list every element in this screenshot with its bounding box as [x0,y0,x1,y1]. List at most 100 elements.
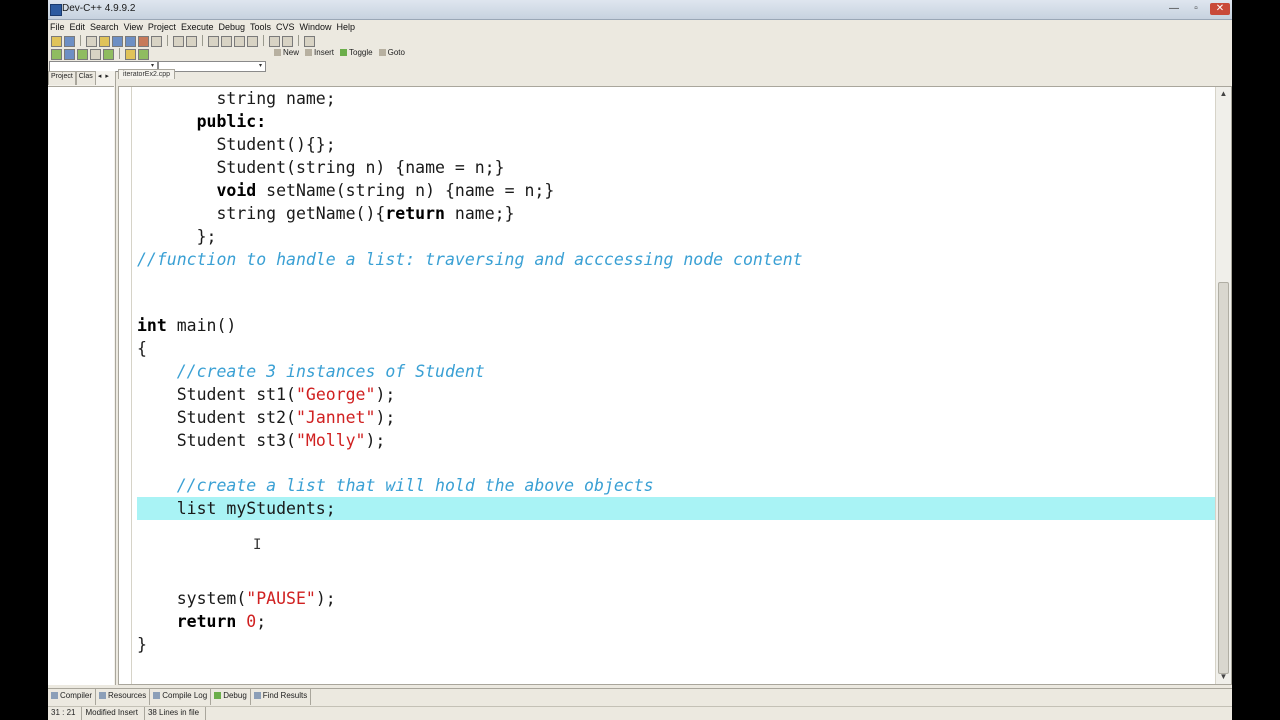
goto-line-icon[interactable] [247,36,258,47]
tab-resources[interactable]: Resources [96,689,151,705]
code-line: system("PAUSE"); [137,589,336,608]
code-line: }; [137,227,217,246]
tab-project[interactable]: Project [48,71,76,85]
toolbar-separator [80,35,81,46]
back-icon[interactable] [269,36,280,47]
main-toolbar [51,35,315,47]
find-next-icon[interactable] [234,36,245,47]
menu-file[interactable]: File [48,20,68,34]
code-line: Student st1("George"); [137,385,396,404]
line-count: 38 Lines in file [145,707,207,720]
scroll-up-icon[interactable]: ▲ [1216,87,1231,101]
bookmark-goto-label: Goto [387,48,405,57]
close-button[interactable]: ✕ [1210,3,1230,15]
devcpp-window: Dev-C++ 4.9.9.2 — ▫ ✕ File Edit Search V… [48,0,1232,720]
bookmark-insert-label: Insert [314,48,335,57]
code-line: string getName(){return name;} [137,204,515,223]
window-title: Dev-C++ 4.9.9.2 [62,3,136,14]
code-line: public: [196,112,267,131]
compile-toolbar [51,48,149,60]
new-file-icon[interactable] [86,36,97,47]
code-line: Student(string n) {name = n;} [137,158,505,177]
file-tabs: iteratorEx2.cpp [118,69,176,85]
menu-debug[interactable]: Debug [216,20,248,34]
tab-find-results[interactable]: Find Results [251,689,312,705]
code-line: { [137,339,147,358]
scroll-down-icon[interactable]: ▼ [1216,670,1231,684]
menu-view[interactable]: View [122,20,146,34]
bookmark-new-button[interactable]: New [274,48,299,57]
bookmark-insert-button[interactable]: Insert [305,48,334,57]
rebuild-icon[interactable] [90,49,101,60]
tab-compiler-label: Compiler [60,691,93,700]
undo-icon[interactable] [173,36,184,47]
tab-compile-log-label: Compile Log [162,691,208,700]
code-line: void setName(string n) {name = n;} [216,181,555,200]
find-results-icon [253,692,261,699]
code-line: Student st2("Jannet"); [137,408,396,427]
tab-debug-label: Debug [223,691,247,700]
minimize-button[interactable]: — [1164,3,1184,15]
tab-scroll-left-icon[interactable]: ◂ [96,71,104,85]
new-bookmark-icon [274,49,281,56]
replace-icon[interactable] [221,36,232,47]
tab-iteratorex2[interactable]: iteratorEx2.cpp [118,69,176,79]
print-icon[interactable] [151,36,162,47]
chevron-down-icon: ▾ [258,63,262,69]
bookmark-toggle-button[interactable]: Toggle [340,48,373,57]
code-line: Student(){}; [137,135,336,154]
cursor-position: 31 : 21 [48,707,83,720]
project-tree[interactable] [48,86,114,685]
open-project-icon[interactable] [51,36,62,47]
text-cursor-icon: I [253,537,262,553]
code-line: return 0; [176,612,267,631]
menu-execute[interactable]: Execute [179,20,217,34]
menu-help[interactable]: Help [335,20,359,34]
editor-gutter [119,87,132,684]
title-bar: Dev-C++ 4.9.9.2 — ▫ ✕ [48,0,1232,20]
menu-project[interactable]: Project [146,20,179,34]
vertical-scrollbar[interactable]: ▲ ▼ [1215,87,1231,684]
menu-tools[interactable]: Tools [248,20,274,34]
close-file-icon[interactable] [138,36,149,47]
bookmark-goto-button[interactable]: Goto [378,48,405,57]
compile-icon[interactable] [51,49,62,60]
toolbar-separator [263,35,264,46]
menu-cvs[interactable]: CVS [274,20,298,34]
tab-compiler[interactable]: Compiler [48,689,97,705]
menu-edit[interactable]: Edit [68,20,89,34]
debug-check-icon [214,692,222,699]
report-tabs: Compiler Resources Compile Log Debug Fin… [48,688,1232,705]
bookmark-new-label: New [283,48,300,57]
insert-icon [305,49,313,56]
compile-run-icon[interactable] [77,49,88,60]
run-icon[interactable] [64,49,75,60]
code-area[interactable]: string name; public: Student(){}; Studen… [137,87,1219,684]
tab-scroll-right-icon[interactable]: ▸ [103,71,111,85]
menu-window[interactable]: Window [298,20,335,34]
status-bar: 31 : 21 Modified Insert 38 Lines in file [48,706,1232,720]
redo-icon[interactable] [186,36,197,47]
forward-icon[interactable] [282,36,293,47]
menu-search[interactable]: Search [88,20,122,34]
save-all-icon[interactable] [125,36,136,47]
code-editor[interactable]: string name; public: Student(){}; Studen… [118,86,1232,685]
bookmark-toggle-label: Toggle [349,48,373,57]
maximize-button[interactable]: ▫ [1186,3,1206,15]
scroll-thumb[interactable] [1218,282,1229,674]
tab-compile-log[interactable]: Compile Log [150,689,212,705]
save-icon[interactable] [112,36,123,47]
code-line: list myStudents; [137,499,336,518]
find-icon[interactable] [208,36,219,47]
open-file-icon[interactable] [99,36,110,47]
code-line: } [137,635,147,654]
help-icon[interactable] [125,49,136,60]
tab-classes[interactable]: Clas [75,71,96,85]
toolbar-separator [167,35,168,46]
code-line: Student st3("Molly"); [137,431,386,450]
class-browser-icon[interactable] [64,36,75,47]
check-icon[interactable] [103,49,114,60]
add-to-project-icon[interactable] [304,36,315,47]
about-icon[interactable] [138,49,149,60]
tab-debug[interactable]: Debug [211,689,251,705]
